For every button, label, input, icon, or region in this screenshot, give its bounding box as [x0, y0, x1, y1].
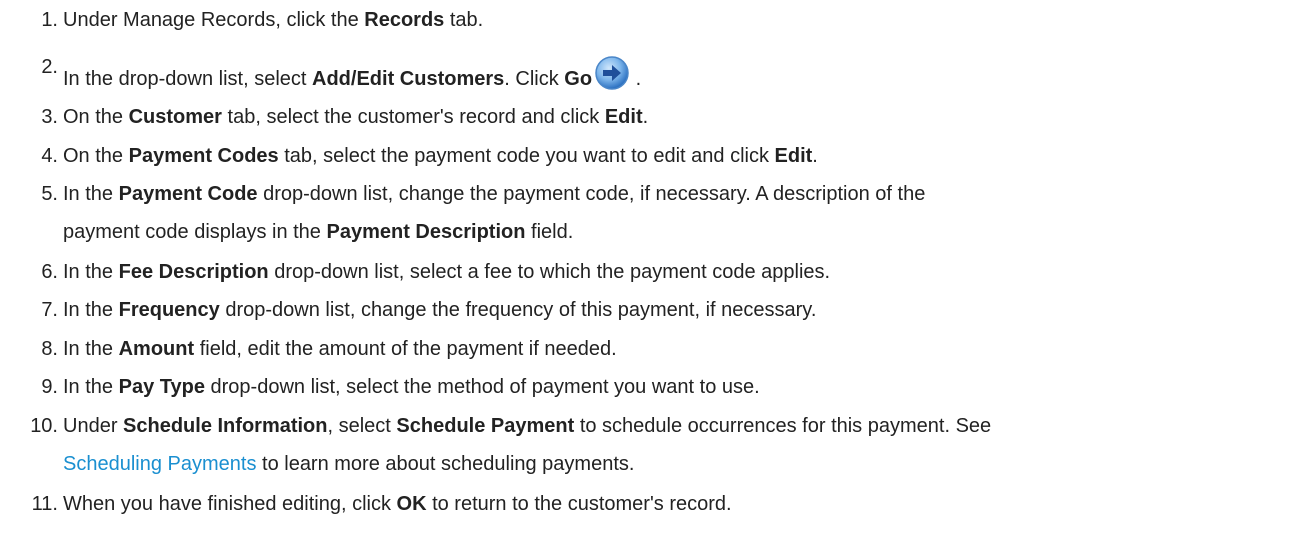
step-number: 5. — [41, 183, 58, 205]
step-number: 6. — [41, 261, 58, 283]
bold-term: Payment Code — [118, 183, 258, 205]
text-span: Under — [63, 415, 124, 437]
text-span: . Click — [504, 68, 565, 90]
bold-term: Payment Codes — [128, 145, 279, 167]
bold-term: Edit — [604, 106, 643, 128]
step-text: In the Amount field, edit the amount of … — [63, 337, 617, 361]
step-number: 1. — [41, 9, 58, 31]
text-span: In the drop-down list, select — [63, 68, 313, 90]
text-span: field. — [525, 221, 574, 243]
bold-term: Edit — [774, 145, 813, 167]
step-number: 3. — [41, 106, 58, 128]
text-span: drop-down list, change the frequency of … — [219, 299, 817, 321]
bold-term: OK — [396, 493, 427, 515]
step-text: On the Payment Codes tab, select the pay… — [63, 144, 818, 168]
text-span: . — [630, 68, 642, 90]
scheduling-payments-link[interactable]: Scheduling Payments — [63, 453, 256, 475]
text-span: drop-down list, change the payment code,… — [257, 183, 926, 205]
step-text: In the drop-down list, select Add/Edit C… — [63, 55, 641, 91]
step-number: 9. — [41, 376, 58, 398]
step-number: 11. — [31, 493, 58, 515]
step-text-continued: payment code displays in the Payment Des… — [63, 220, 573, 244]
text-span: tab, select the payment code you want to… — [278, 145, 775, 167]
text-span: payment code displays in the — [63, 221, 327, 243]
step-text: When you have finished editing, click OK… — [63, 492, 732, 516]
bold-term: Amount — [118, 338, 195, 360]
bold-term: Frequency — [118, 299, 220, 321]
bold-term: Schedule Information — [123, 415, 328, 437]
step-text: Under Schedule Information, select Sched… — [63, 414, 991, 438]
text-span: When you have finished editing, click — [63, 493, 397, 515]
step-text: Under Manage Records, click the Records … — [63, 8, 483, 32]
text-span: to learn more about scheduling payments. — [256, 453, 635, 475]
step-number: 10. — [30, 415, 58, 437]
step-number: 8. — [41, 338, 58, 360]
bold-term: Fee Description — [118, 261, 269, 283]
step-text: In the Payment Code drop-down list, chan… — [63, 182, 925, 206]
step-text: On the Customer tab, select the customer… — [63, 105, 648, 129]
text-span: tab, select the customer's record and cl… — [221, 106, 605, 128]
text-span: to schedule occurrences for this payment… — [574, 415, 992, 437]
text-span: Under Manage Records, click the — [63, 9, 365, 31]
step-text: In the Fee Description drop-down list, s… — [63, 260, 830, 284]
text-span: . — [642, 106, 649, 128]
step-text: In the Frequency drop-down list, change … — [63, 298, 816, 322]
bold-term: Pay Type — [118, 376, 205, 398]
bold-term: Schedule Payment — [396, 415, 575, 437]
step-number: 7. — [41, 299, 58, 321]
bold-term: Payment Description — [326, 221, 526, 243]
text-span: In the — [63, 376, 119, 398]
text-span: . — [812, 145, 818, 167]
bold-term: Customer — [128, 106, 222, 128]
text-span: On the — [63, 106, 129, 128]
step-number: 2. — [41, 56, 58, 78]
text-span: In the — [63, 299, 119, 321]
text-span: On the — [63, 145, 129, 167]
text-span: In the — [63, 183, 119, 205]
text-span: drop-down list, select a fee to which th… — [268, 261, 831, 283]
step-text-continued: Scheduling Payments to learn more about … — [63, 452, 634, 476]
go-arrow-icon — [595, 56, 629, 90]
text-span: drop-down list, select the method of pay… — [204, 376, 760, 398]
text-span: In the — [63, 261, 119, 283]
text-span: to return to the customer's record. — [426, 493, 732, 515]
text-span: , select — [327, 415, 397, 437]
text-span: tab. — [444, 9, 484, 31]
step-text: In the Pay Type drop-down list, select t… — [63, 375, 760, 399]
text-span: In the — [63, 338, 119, 360]
bold-term: Add/Edit Customers — [312, 68, 505, 90]
text-span: field, edit the amount of the payment if… — [194, 338, 617, 360]
bold-term: Records — [364, 9, 445, 31]
bold-term: Go — [564, 68, 593, 90]
step-number: 4. — [41, 145, 58, 167]
